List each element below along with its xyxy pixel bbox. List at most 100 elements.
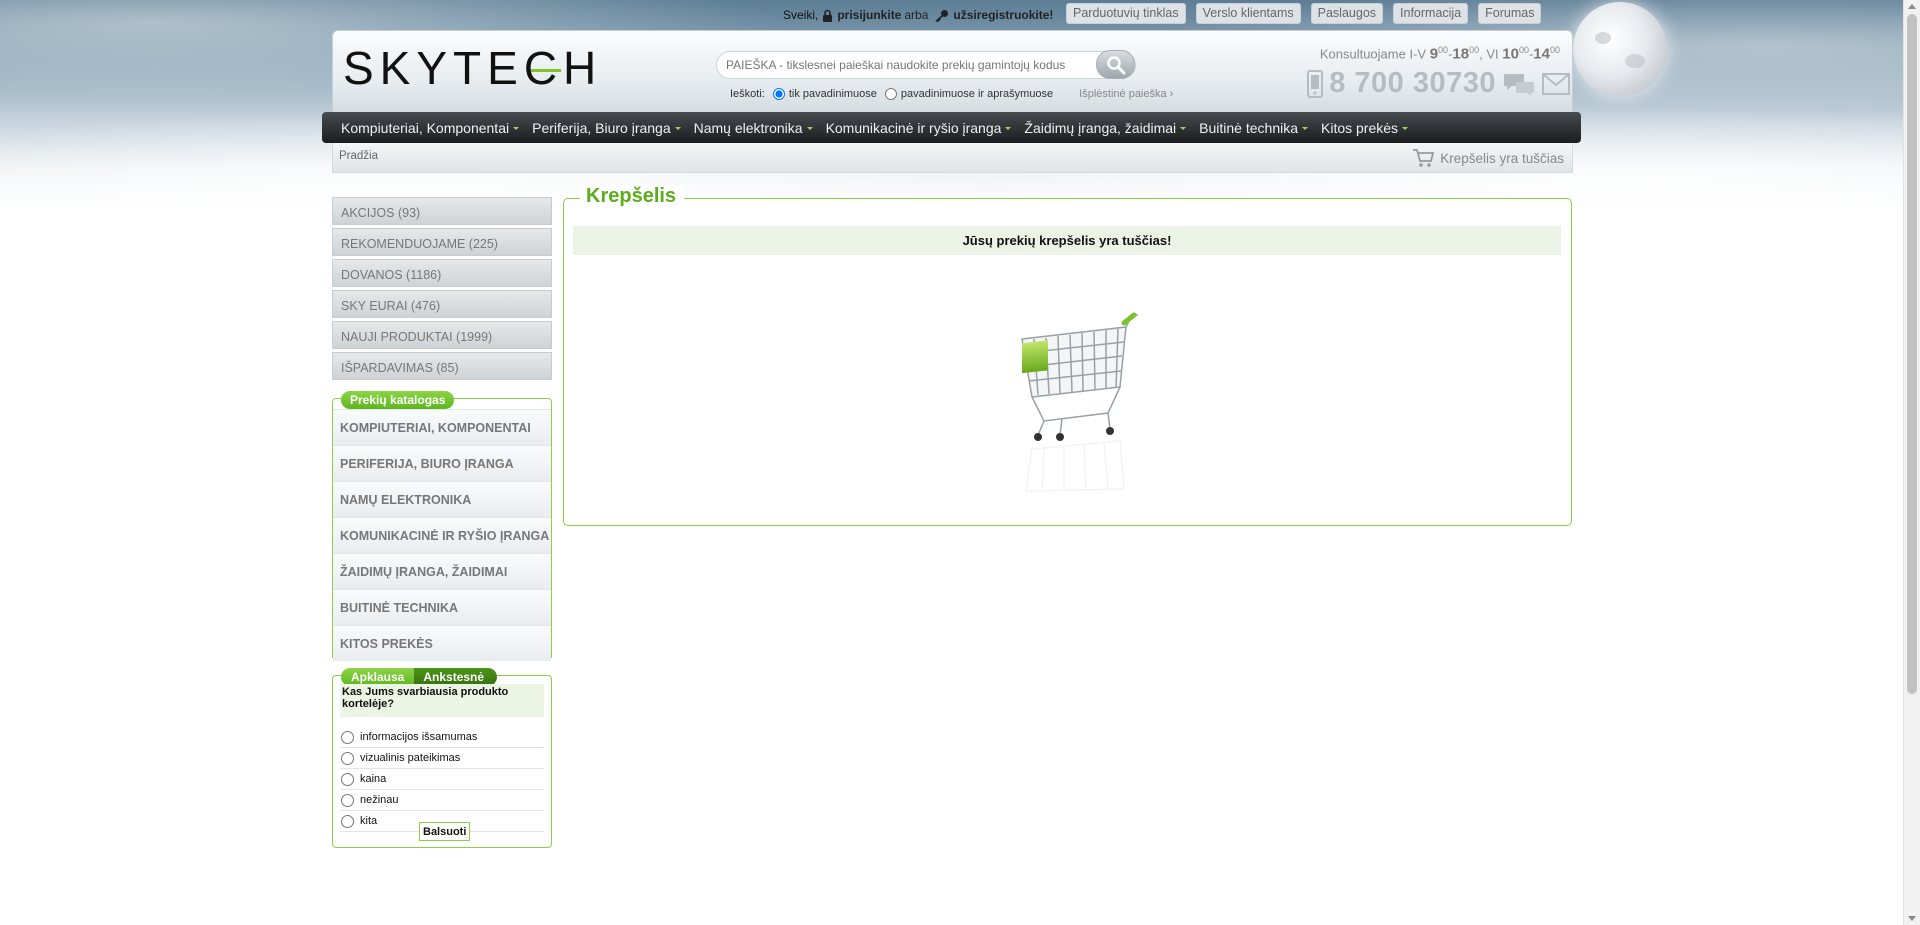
hour-4: 14 [1533,45,1550,63]
catalog-item[interactable]: KOMUNIKACINĖ IR RYŠIO ĮRANGA [333,517,551,553]
catalog-item[interactable]: KITOS PREKĖS [333,625,551,661]
poll-radio[interactable] [341,772,354,786]
poll-box: Apklausa Ankstesnė Kas Jums svarbiausia … [332,668,552,848]
search-options: Ieškoti: tik pavadinimuose pavadinimuose… [730,88,1173,100]
scroll-down-icon[interactable] [1908,916,1916,921]
header-cart-link[interactable]: Krepšelis yra tuščias [1412,148,1564,168]
scroll-thumb[interactable] [1907,14,1917,694]
caret-icon [806,127,813,131]
poll-radio[interactable] [341,730,354,744]
nav-home-electronics-label: Namų elektronika [693,119,803,136]
catalog-item[interactable]: BUITINĖ TECHNIKA [333,589,551,625]
shopping-cart-illustration [1021,312,1138,492]
radio-names-desc[interactable] [884,88,897,100]
poll-radio[interactable] [341,751,354,765]
lock-icon [823,9,833,22]
catalog-item[interactable]: KOMPIUTERIAI, KOMPONENTAI [333,409,551,445]
poll-option[interactable]: informacijos išsamumas [340,727,544,748]
nav-other-label: Kitos prekės [1321,119,1399,136]
consult-hours: Konsultuojame I-V 900-1800, VI 1000-1400 [1320,45,1560,62]
poll-option-label: kaina [360,773,387,785]
empty-cart-message: Jūsų prekių krepšelis yra tuščias! [573,226,1561,255]
toplink-services[interactable]: Paslaugos [1310,3,1384,24]
hour-3: 10 [1502,45,1519,63]
top-links: Parduotuvių tinklas Verslo klientams Pas… [1066,3,1542,24]
hour-2: 18 [1452,45,1470,63]
search-label: Ieškoti: [730,88,765,100]
poll-radio[interactable] [341,814,354,828]
nav-gaming[interactable]: Žaidimų įranga, žaidimai [1024,119,1187,136]
toplink-forum[interactable]: Forumas [1478,3,1542,24]
min-2: 00 [1469,45,1480,55]
hour-1: 9 [1429,45,1439,63]
nav-communication[interactable]: Komunikacinė ir ryšio įranga [826,120,1012,136]
promo-list: AKCIJOS (93) REKOMENDUOJAME (225) DOVANO… [332,197,552,383]
poll-option[interactable]: nežinau [340,790,544,811]
chat-icon[interactable] [1502,72,1536,96]
poll-radio[interactable] [341,793,354,807]
logo-accent-bar [531,69,561,72]
radio-names-only-label[interactable]: tik pavadinimuose [789,88,877,100]
greeting-text: Sveiki, [783,8,819,22]
nav-computers-label: Kompiuteriai, Komponentai [341,119,510,136]
caret-icon [1402,127,1409,131]
advanced-search-link[interactable]: Išplėstinė paieška › [1079,88,1173,100]
search-button[interactable] [1096,50,1135,79]
toplink-stores[interactable]: Parduotuvių tinklas [1066,3,1186,24]
min-1: 00 [1438,45,1449,55]
sub-bar: Pradžia Krepšelis yra tuščias [332,143,1573,173]
promo-item[interactable]: AKCIJOS (93) [332,197,552,225]
saturday-text: , VI [1479,46,1499,62]
vote-button[interactable]: Balsuoti [419,822,471,841]
promo-item[interactable]: DOVANOS (1186) [332,259,552,287]
radio-names-only[interactable] [772,88,785,100]
poll-option-label: nežinau [360,794,399,806]
radio-names-desc-label[interactable]: pavadinimuose ir aprašymuose [901,88,1053,100]
site-header: SKYTECH Ieškoti: tik pavadinimuose pavad… [332,30,1573,112]
promo-item[interactable]: REKOMENDUOJAME (225) [332,228,552,256]
catalog-item[interactable]: NAMŲ ELEKTRONIKA [333,481,551,517]
nav-gaming-label: Žaidimų įranga, žaidimai [1024,119,1177,136]
login-link[interactable]: prisijunkite [837,8,901,22]
poll-option[interactable]: kaina [340,769,544,790]
poll-option-label: kita [360,815,378,827]
cart-status-text: Krepšelis yra tuščias [1440,150,1564,166]
catalog-item[interactable]: PERIFERIJA, BIURO ĮRANGA [333,445,551,481]
nav-other[interactable]: Kitos prekės [1321,119,1409,136]
toplink-business[interactable]: Verslo klientams [1195,3,1301,24]
min-4: 00 [1549,45,1560,55]
consult-text: Konsultuojame I-V [1319,46,1427,62]
poll-option[interactable]: vizualinis pateikimas [340,748,544,769]
moon-decoration [1573,2,1667,96]
logo[interactable]: SKYTECH [343,41,602,95]
poll-option-label: vizualinis pateikimas [360,752,461,764]
page-title: Krepšelis [580,185,685,208]
nav-peripherals[interactable]: Periferija, Biuro įranga [532,120,681,136]
nav-computers[interactable]: Kompiuteriai, Komponentai [341,119,520,136]
scrollbar[interactable] [1903,0,1920,925]
nav-home-electronics[interactable]: Namų elektronika [694,120,813,136]
caret-icon [1180,127,1187,131]
register-link[interactable]: užsiregistruokite! [953,8,1053,22]
user-greeting: Sveiki, prisijunkite arba užsiregistruok… [783,5,1053,25]
search-icon [1106,55,1125,74]
promo-item[interactable]: IŠPARDAVIMAS (85) [332,352,552,380]
catalog-item[interactable]: ŽAIDIMŲ ĮRANGA, ŽAIDIMAI [333,553,551,589]
main-nav: Kompiuteriai, Komponentai Periferija, Bi… [322,112,1581,143]
nav-appliances[interactable]: Buitinė technika [1199,120,1308,136]
email-icon[interactable] [1542,72,1570,95]
cart-icon [1413,149,1435,167]
key-icon [935,9,949,22]
logo-text: SKYTECH [343,42,603,94]
breadcrumb-home[interactable]: Pradžia [339,150,378,162]
promo-item[interactable]: NAUJI PRODUKTAI (1999) [332,321,552,349]
phone-block: 8 700 30730 [1307,67,1570,100]
phone-number[interactable]: 8 700 30730 [1329,67,1496,100]
toplink-info[interactable]: Informacija [1393,3,1469,24]
nav-communication-label: Komunikacinė ir ryšio įranga [825,119,1002,136]
promo-item[interactable]: SKY EURAI (476) [332,290,552,318]
or-text: arba [904,8,929,22]
scroll-up-icon[interactable] [1908,4,1916,9]
nav-peripherals-label: Periferija, Biuro įranga [532,119,671,136]
search-input[interactable] [716,51,1136,79]
